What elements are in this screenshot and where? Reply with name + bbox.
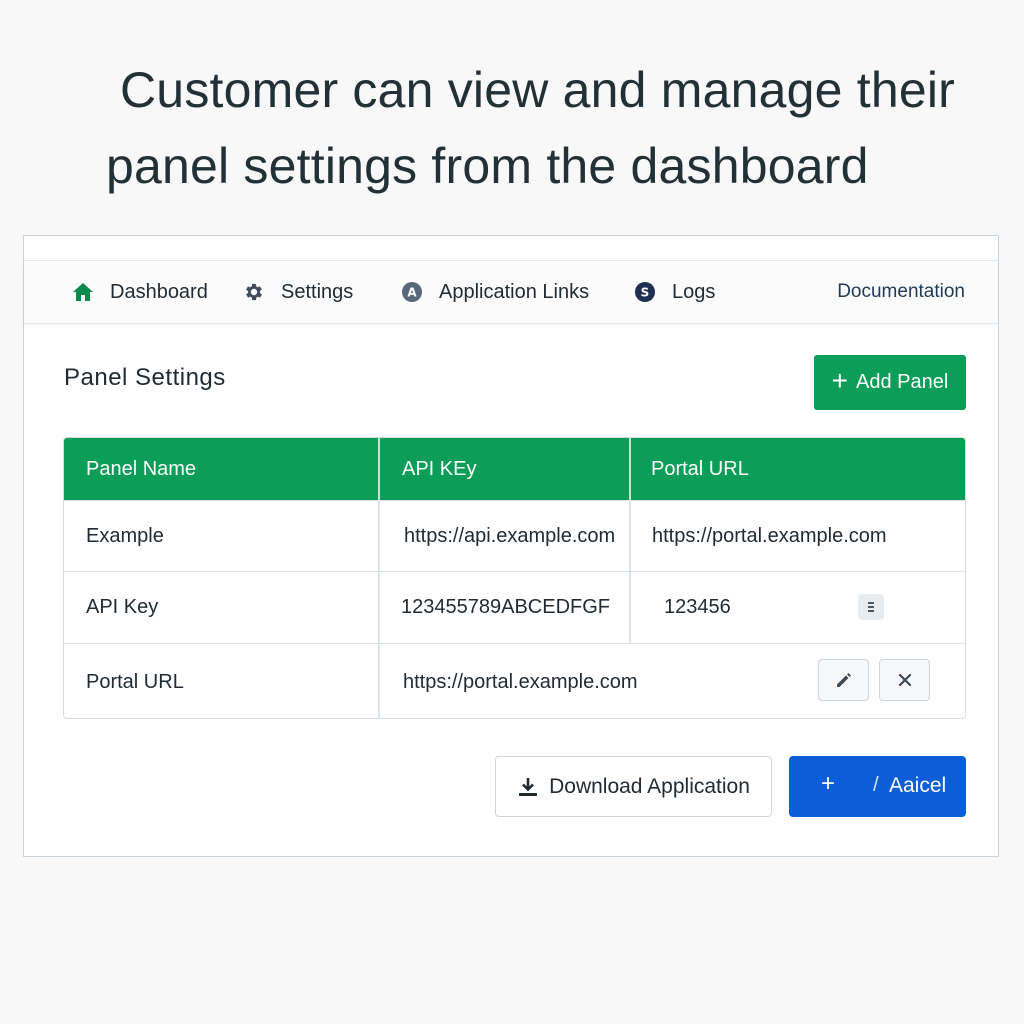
home-icon [72,281,94,303]
nav-label-dashboard: Dashboard [110,280,208,303]
svg-text:S: S [641,286,650,300]
download-application-label: Download Application [549,774,750,798]
row-divider [378,644,380,718]
header-divider [629,438,631,500]
table-row: Portal URL https://portal.example.com [64,643,965,718]
cell-api-key: 123455789ABCEDFGF [401,596,611,618]
cell-api-key: https://api.example.com [404,524,616,547]
nav-label-application-links: Application Links [439,280,590,303]
cell-panel-name: Example [86,524,164,547]
download-icon [517,777,539,797]
header-divider [378,438,380,500]
row-divider [629,501,631,572]
top-nav: Dashboard Settings A Application Links S… [24,260,998,324]
cell-panel-name: Portal URL [86,670,184,693]
gear-icon [243,281,265,303]
dashboard-card: Dashboard Settings A Application Links S… [23,235,999,857]
page-headline: Customer can view and manage their panel… [106,52,986,204]
page: Customer can view and manage their panel… [0,0,1024,1024]
column-header-api-key: API KEy [402,457,477,480]
nav-label-logs: Logs [672,280,716,303]
table-row: Example https://api.example.com https://… [64,500,965,572]
row-menu-icon[interactable] [858,594,884,620]
close-icon [898,673,911,687]
nav-link-documentation[interactable]: Documentation [837,261,965,323]
download-application-button[interactable]: Download Application [495,756,772,817]
section-title: Panel Settings [64,364,226,391]
headline-line-2: panel settings from the dashboard [106,138,869,194]
row-divider [378,572,380,644]
table-header: Panel Name API KEy Portal URL [64,438,965,500]
primary-action-button[interactable]: + / Aaicel [789,756,966,817]
nav-item-logs[interactable]: S Logs [634,261,715,323]
row-divider [378,501,380,572]
nav-item-application-links[interactable]: A Application Links [401,261,589,323]
add-panel-label: Add Panel [856,371,949,393]
table-row: API Key 123455789ABCEDFGF 123456 [64,571,965,644]
column-header-portal-url: Portal URL [651,457,749,480]
headline-line-1: Customer can view and manage their [120,62,955,118]
plus-icon: + [821,770,836,797]
nav-item-settings[interactable]: Settings [243,261,353,323]
panel-table: Panel Name API KEy Portal URL Example ht… [63,437,966,719]
delete-button[interactable] [879,659,930,701]
row-divider [629,572,631,644]
cell-panel-name: API Key [86,596,159,618]
nav-label-settings: Settings [281,280,354,303]
cell-portal-url: https://portal.example.com [652,524,887,547]
column-header-panel-name: Panel Name [86,457,197,480]
primary-action-label: Aaicel [889,774,947,797]
nav-item-dashboard[interactable]: Dashboard [72,261,208,323]
svg-text:A: A [407,286,417,300]
plus-icon: + [831,365,849,396]
app-links-icon: A [401,281,423,303]
pencil-icon [836,673,851,687]
cell-portal-url: 123456 [664,596,731,618]
logs-icon: S [634,281,656,303]
edit-button[interactable] [818,659,869,701]
cell-api-key: https://portal.example.com [403,670,638,693]
slash-glyph: / [873,774,879,796]
add-panel-button[interactable]: + Add Panel [814,355,966,410]
